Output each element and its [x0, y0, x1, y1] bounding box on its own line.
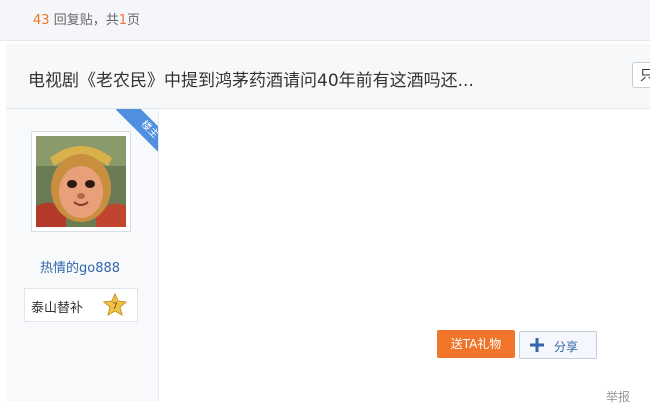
- share-label: 分享: [554, 340, 579, 354]
- thread-title: 电视剧《老农民》中提到鸿茅药酒请问40年前有这酒吗还...: [28, 71, 474, 91]
- reply-count-label: 回复贴，共: [53, 13, 119, 28]
- author-level-box: 泰山替补 7: [24, 288, 138, 322]
- reply-count-text: 43 回复贴，共1页: [33, 9, 140, 28]
- report-link[interactable]: 举报: [606, 388, 630, 405]
- avatar[interactable]: [36, 136, 126, 227]
- plus-icon: [530, 338, 544, 352]
- page-count-number: 1: [118, 13, 127, 28]
- star-badge-icon: 7: [103, 293, 127, 317]
- thread-title-bar: 电视剧《老农民》中提到鸿茅药酒请问40年前有这酒吗还... 只: [6, 44, 650, 109]
- only-view-author-button[interactable]: 只: [632, 62, 650, 88]
- level-name: 泰山替补: [31, 301, 84, 316]
- author-username-link[interactable]: 热情的go888: [40, 257, 120, 276]
- avatar-frame[interactable]: [31, 131, 131, 232]
- thread-summary-bar: 43 回复贴，共1页: [0, 0, 650, 41]
- page-count-suffix: 页: [126, 13, 140, 28]
- send-gift-button[interactable]: 送TA礼物: [437, 330, 515, 358]
- reply-count-number: 43: [33, 13, 50, 28]
- share-button[interactable]: 分享: [519, 331, 597, 359]
- level-number: 7: [112, 302, 118, 312]
